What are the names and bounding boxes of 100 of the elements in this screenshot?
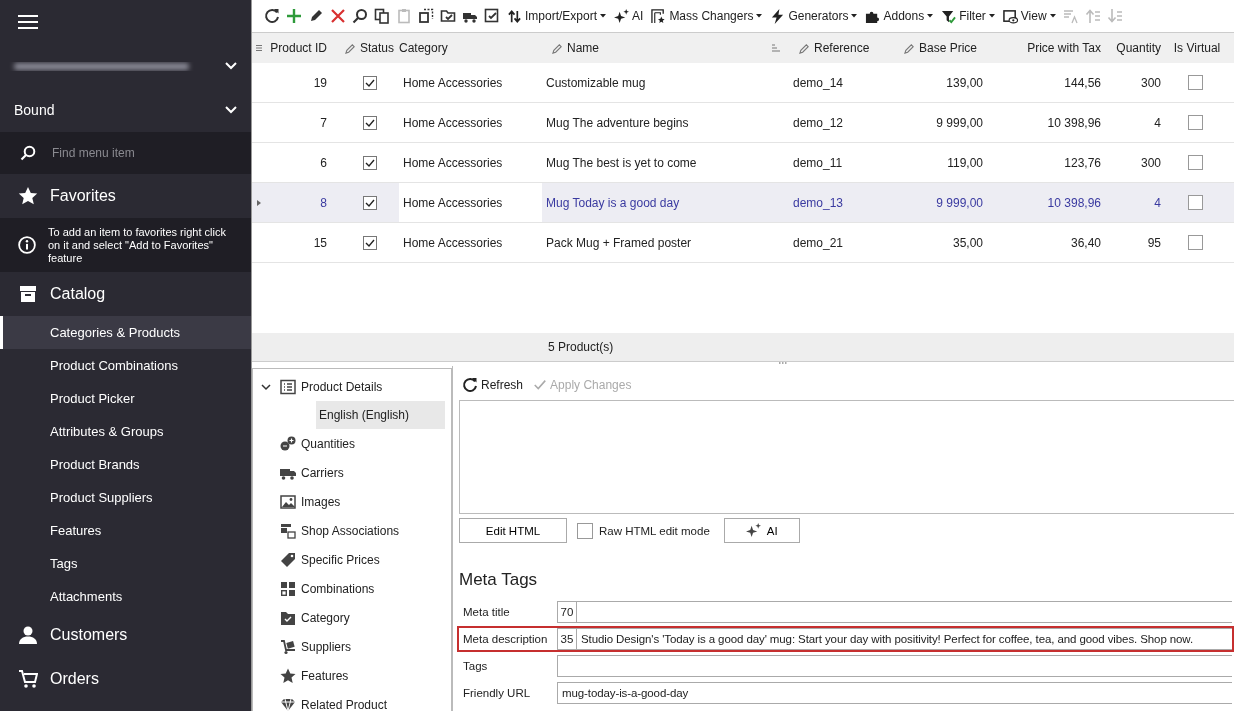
toolbar-menu-button[interactable]: Generators: [767, 5, 861, 27]
search-icon[interactable]: [350, 6, 370, 26]
column-header[interactable]: Reference: [789, 33, 889, 63]
toolbar-menu-button[interactable]: Mass Changers: [648, 5, 766, 27]
menu-item[interactable]: Product Combinations: [0, 349, 251, 382]
pencil-icon: [552, 42, 563, 54]
tree-item[interactable]: Shop Associations: [253, 516, 451, 545]
tree-item[interactable]: Features: [253, 661, 451, 690]
store-icon: [18, 284, 38, 304]
checkbox[interactable]: [363, 115, 377, 130]
plus-minus-icon: [280, 435, 296, 452]
grid-menu-icon[interactable]: [255, 45, 262, 51]
menu-item[interactable]: Attributes & Groups: [0, 415, 251, 448]
tree-item[interactable]: Specific Prices: [253, 545, 451, 574]
eye-window-icon: [1002, 8, 1018, 24]
field-label: Meta description: [462, 632, 549, 647]
checkbox[interactable]: [1187, 235, 1203, 250]
table-cell-text: demo_11: [792, 155, 844, 170]
pencil-icon: [799, 42, 810, 54]
tiles-icon: [280, 580, 296, 597]
checkbox[interactable]: [1187, 75, 1203, 90]
star-icon: [280, 667, 296, 684]
menu-item[interactable]: Product Brands: [0, 448, 251, 481]
toolbar-button[interactable]: AI: [611, 5, 647, 27]
column-header[interactable]: Price with Tax: [989, 33, 1107, 63]
text-field[interactable]: [557, 655, 1232, 677]
toolbar-menu-button[interactable]: Import/Export: [504, 5, 610, 27]
tree-item[interactable]: Related Product: [253, 690, 451, 711]
tag-icon: [280, 551, 296, 568]
ai-button[interactable]: AI: [723, 518, 800, 543]
table-cell-text: demo_21: [792, 235, 845, 250]
toolbar-menu-button[interactable]: Filter: [938, 5, 998, 27]
checkmark-icon: [533, 378, 548, 392]
table-row[interactable]: 8 Home Accessories Mug Today is a good day demo_13 9 999,00 10 398,96 4: [252, 183, 1234, 223]
menu-section[interactable]: Orders: [0, 657, 251, 701]
chevron-down-icon[interactable]: [225, 62, 237, 70]
checkbox[interactable]: [1187, 195, 1203, 210]
search-icon: [20, 145, 36, 161]
checkbox[interactable]: [363, 75, 377, 90]
tree-item[interactable]: English (English): [316, 401, 445, 429]
table-cell-text: 7: [319, 115, 328, 130]
select-icon[interactable]: [416, 6, 436, 26]
chevron-down-icon[interactable]: [261, 381, 271, 392]
tree-item[interactable]: Suppliers: [253, 632, 451, 661]
product-count: 5 Product(s): [548, 340, 614, 354]
table-cell-text: Mug The best is yet to come: [545, 155, 698, 170]
menu-search-field[interactable]: Find menu item: [0, 132, 251, 174]
cart-icon: [18, 669, 38, 689]
refresh-icon[interactable]: [262, 6, 282, 26]
menu-section[interactable]: Customers: [0, 613, 251, 657]
table-cell-text: Home Accessories: [402, 75, 504, 90]
column-header[interactable]: Product ID: [265, 33, 341, 63]
menu-section[interactable]: Catalog: [0, 272, 251, 316]
tree-item[interactable]: Images: [253, 487, 451, 516]
column-header[interactable]: Name: [542, 33, 789, 63]
tree-item[interactable]: Product Details: [253, 372, 451, 401]
toolbar-menu-button[interactable]: View: [999, 5, 1059, 27]
refresh-button[interactable]: Refresh: [459, 377, 527, 393]
table-cell: Home Accessories: [399, 183, 542, 222]
text-field[interactable]: 35 Studio Design's 'Today is a good day' mug: Start your day with positivity! Perfect for coffee, tea, and good vibes. Shop now.: [557, 628, 1232, 650]
pencil-icon: [345, 42, 356, 54]
checkbox[interactable]: [363, 195, 377, 210]
column-header[interactable]: Is Virtual: [1167, 33, 1223, 63]
edit-html-button[interactable]: Edit HTML: [459, 518, 567, 543]
character-count: 35: [558, 629, 577, 649]
character-count: 70: [558, 602, 577, 622]
text-field[interactable]: 70: [557, 601, 1232, 623]
menu-item[interactable]: Tags: [0, 547, 251, 580]
column-header[interactable]: Quantity: [1107, 33, 1167, 63]
menu-icon[interactable]: [18, 14, 38, 30]
favorites-item[interactable]: Favorites: [0, 174, 251, 218]
chevron-down-icon[interactable]: [225, 106, 237, 114]
table-cell-text: Mug Today is a good day: [545, 195, 681, 210]
toolbar-menu-button[interactable]: Addons: [862, 5, 937, 27]
search-input[interactable]: Find menu item: [50, 145, 234, 161]
menu-item[interactable]: Product Suppliers: [0, 481, 251, 514]
checkbox[interactable]: [363, 155, 377, 170]
column-header[interactable]: Category: [399, 33, 542, 63]
raw-html-checkbox[interactable]: Raw HTML edit mode: [577, 522, 710, 539]
copy-icon[interactable]: [372, 6, 392, 26]
checkbox[interactable]: [363, 235, 377, 250]
store-selector[interactable]: Bound: [8, 102, 55, 118]
checkbox[interactable]: [1187, 115, 1203, 130]
tree-item[interactable]: Combinations: [253, 574, 451, 603]
tree-item[interactable]: Carriers: [253, 458, 451, 487]
tree-item[interactable]: Quantities: [253, 429, 451, 458]
funnel-icon: [941, 8, 957, 24]
dolly-icon: [280, 638, 296, 655]
grid-star-icon: [651, 8, 667, 24]
text-field[interactable]: mug-today-is-a-good-day: [557, 682, 1232, 704]
menu-item[interactable]: Categories & Products: [0, 316, 251, 349]
checkbox[interactable]: [1187, 155, 1203, 170]
menu-item[interactable]: Features: [0, 514, 251, 547]
tree-item[interactable]: Category: [253, 603, 451, 632]
column-header[interactable]: Base Price: [889, 33, 989, 63]
add-icon[interactable]: [284, 6, 304, 26]
column-header[interactable]: Status: [341, 33, 399, 63]
menu-item[interactable]: Attachments: [0, 580, 251, 613]
section-heading: Meta Tags: [459, 570, 539, 590]
menu-item[interactable]: Product Picker: [0, 382, 251, 415]
